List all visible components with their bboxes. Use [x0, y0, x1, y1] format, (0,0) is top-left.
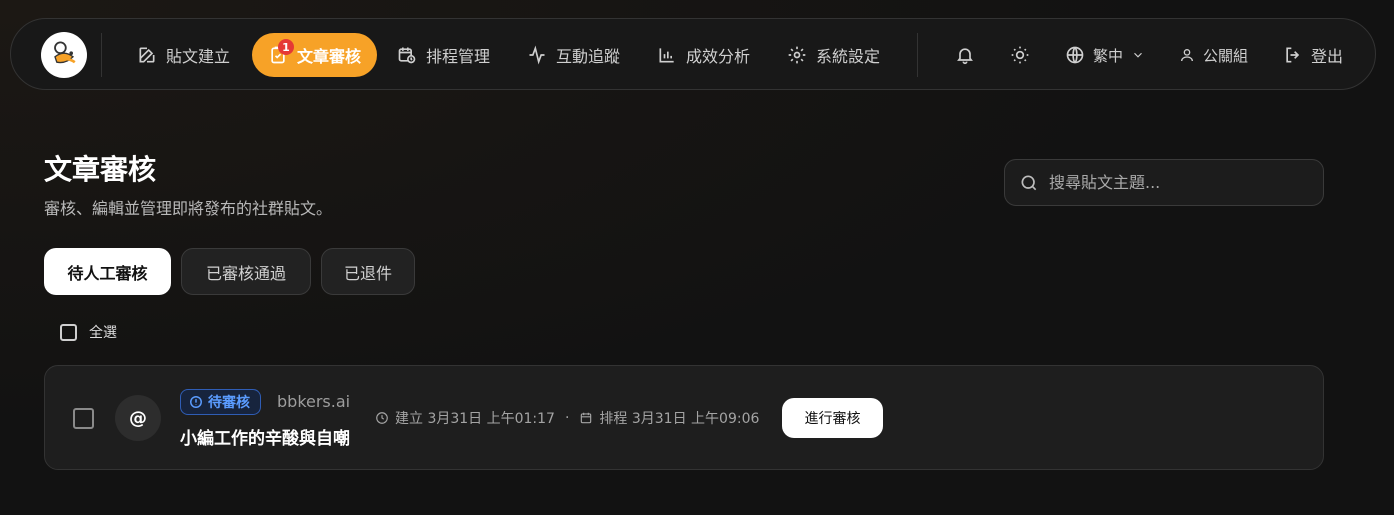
calendar-icon	[581, 412, 592, 424]
select-all-checkbox[interactable]	[60, 323, 77, 341]
nav-item-label: 系統設定	[816, 47, 881, 66]
review-button[interactable]: 進行審核	[782, 398, 883, 438]
nav-item-analytics[interactable]: 成效分析	[657, 33, 750, 77]
search-box[interactable]	[1004, 159, 1324, 206]
nav-item-label: 成效分析	[686, 47, 751, 66]
calendar-clock-icon	[398, 47, 416, 64]
created-time: 建立 3月31日 上午01:17	[395, 411, 555, 427]
top-navbar: 貼文建立 1 文章審核 排程管理 互動追蹤 成效分析 系統設定 繁中 公關組 登…	[10, 18, 1376, 90]
user-profile[interactable]: 公關組	[1179, 33, 1248, 77]
user-name: 公關組	[1203, 46, 1249, 65]
globe-icon	[1066, 46, 1084, 64]
user-icon	[1181, 49, 1193, 62]
tab-pending-review[interactable]: 待人工審核	[44, 248, 171, 295]
search-icon	[1021, 175, 1037, 190]
nav-item-post-create[interactable]: 貼文建立	[137, 33, 230, 77]
gear-icon	[788, 46, 806, 64]
tab-rejected[interactable]: 已退件	[321, 248, 415, 295]
tab-approved[interactable]: 已審核通過	[181, 248, 311, 295]
bell-icon	[957, 48, 973, 65]
avatar: @	[115, 395, 161, 441]
logout-button[interactable]: 登出	[1283, 33, 1343, 77]
status-badge: 待審核	[180, 389, 261, 415]
nav-item-label: 貼文建立	[166, 47, 231, 66]
status-label: 待審核	[208, 395, 250, 411]
sun-icon	[1011, 46, 1029, 64]
activity-icon	[529, 45, 545, 65]
chevron-down-icon	[1134, 52, 1142, 58]
nav-item-settings[interactable]: 系統設定	[787, 33, 880, 77]
nav-item-label: 排程管理	[426, 47, 491, 66]
scheduled-time: 排程 3月31日 上午09:06	[599, 411, 760, 427]
select-all-label: 全選	[89, 325, 117, 341]
review-count-badge: 1	[278, 39, 294, 55]
app-logo[interactable]	[41, 32, 87, 78]
nav-item-schedule[interactable]: 排程管理	[397, 33, 490, 77]
bar-chart-icon	[659, 48, 674, 63]
meta-separator: ·	[564, 410, 570, 426]
post-title[interactable]: 小編工作的辛酸與自嘲	[180, 424, 350, 449]
language-label: 繁中	[1093, 46, 1124, 65]
post-source: bbkers.ai	[277, 392, 351, 411]
nav-divider-right	[917, 33, 918, 77]
theme-toggle-button[interactable]	[1008, 43, 1032, 67]
search-input[interactable]	[1049, 173, 1299, 192]
nav-item-label: 互動追蹤	[556, 47, 621, 66]
logout-icon	[1286, 47, 1300, 63]
post-meta: 建立 3月31日 上午01:17 · 排程 3月31日 上午09:06	[375, 408, 759, 428]
nav-item-label: 文章審核	[297, 47, 362, 66]
nav-divider-left	[101, 33, 102, 77]
bee-logo-icon	[54, 41, 76, 64]
clock-icon	[376, 412, 388, 424]
post-checkbox[interactable]	[73, 408, 94, 429]
notification-button[interactable]	[953, 43, 977, 67]
page-title: 文章審核	[44, 153, 157, 186]
post-card: @ 待審核 bbkers.ai 小編工作的辛酸與自嘲 建立 3月31日 上午01…	[44, 365, 1324, 470]
pencil-square-icon	[139, 47, 155, 63]
page-subtitle: 審核、編輯並管理即將發布的社群貼文。	[44, 199, 333, 218]
nav-item-article-review[interactable]: 1 文章審核	[252, 33, 378, 77]
logout-label: 登出	[1311, 47, 1344, 66]
nav-item-engagement[interactable]: 互動追蹤	[527, 33, 620, 77]
language-selector[interactable]: 繁中	[1065, 33, 1145, 77]
select-all[interactable]: 全選	[60, 322, 117, 342]
alert-circle-icon	[190, 396, 202, 408]
